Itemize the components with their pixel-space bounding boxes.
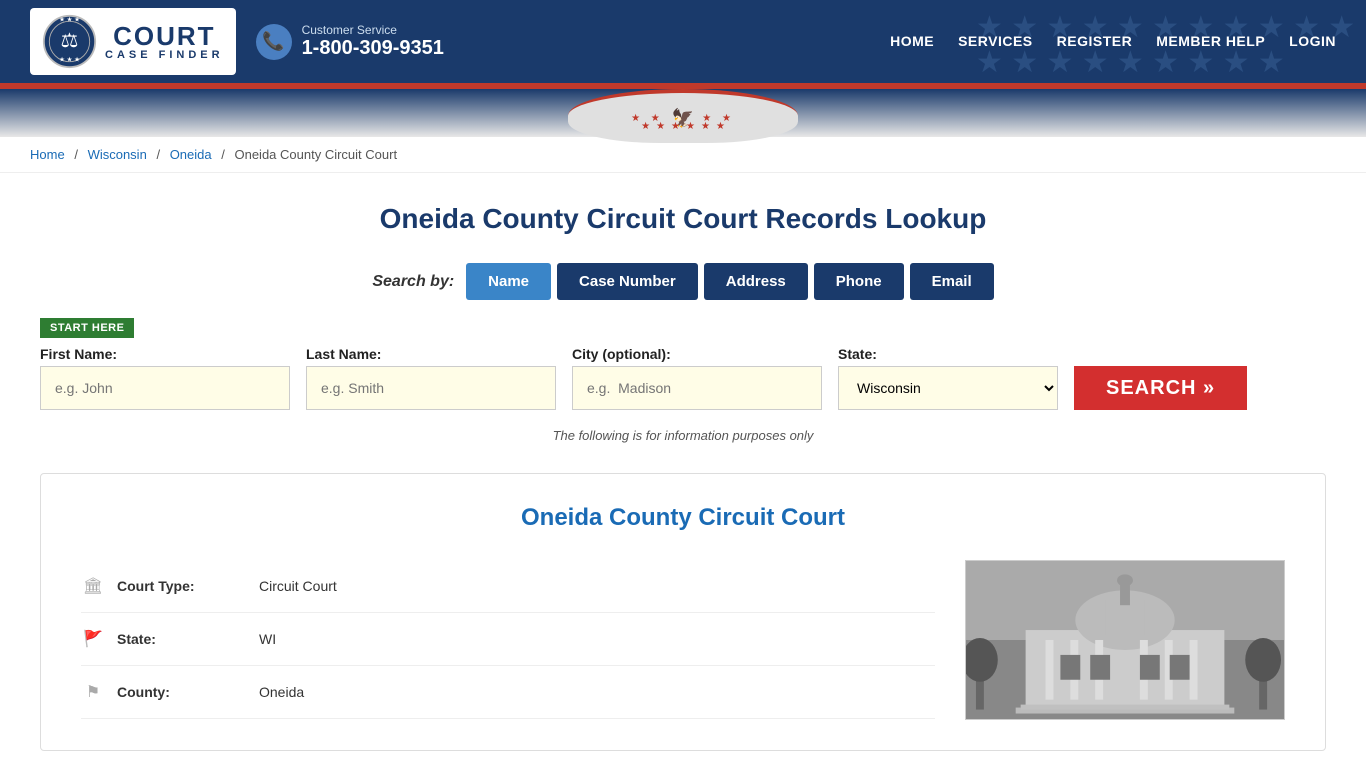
cs-phone: 1-800-309-9351 bbox=[302, 37, 444, 60]
detail-row-state: 🚩 State: WI bbox=[81, 613, 935, 666]
header-left: ★ ★ ★ ★ ★ ★ ⚖ COURT CASE FINDER 📞 Custom… bbox=[30, 8, 444, 75]
page-title: Oneida County Circuit Court Records Look… bbox=[40, 203, 1326, 235]
info-note: The following is for information purpose… bbox=[40, 428, 1326, 443]
detail-row-court-type: 🏛 Court Type: Circuit Court bbox=[81, 560, 935, 613]
bc-sep-2: / bbox=[156, 147, 160, 162]
court-card-title: Oneida County Circuit Court bbox=[81, 504, 1285, 532]
breadcrumb-home[interactable]: Home bbox=[30, 147, 65, 162]
state-icon: 🚩 bbox=[81, 629, 105, 649]
nav-login[interactable]: LOGIN bbox=[1289, 33, 1336, 51]
court-type-value: Circuit Court bbox=[259, 578, 337, 594]
tab-case-number[interactable]: Case Number bbox=[557, 263, 698, 300]
breadcrumb-current: Oneida County Circuit Court bbox=[234, 147, 397, 162]
phone-icon: 📞 bbox=[256, 24, 292, 60]
detail-row-county: ⚑ County: Oneida bbox=[81, 666, 935, 719]
customer-service: 📞 Customer Service 1-800-309-9351 bbox=[256, 23, 444, 60]
city-label: City (optional): bbox=[572, 346, 822, 362]
nav-services[interactable]: SERVICES bbox=[958, 33, 1033, 51]
court-image bbox=[965, 560, 1285, 720]
form-fields-row: First Name: Last Name: City (optional): … bbox=[40, 346, 1326, 410]
logo-court-label: COURT bbox=[113, 23, 215, 49]
main-content: Oneida County Circuit Court Records Look… bbox=[0, 173, 1366, 781]
county-icon: ⚑ bbox=[81, 682, 105, 702]
logo-text: COURT CASE FINDER bbox=[105, 23, 224, 61]
court-card: Oneida County Circuit Court 🏛 Court Type… bbox=[40, 473, 1326, 751]
state-field: State: AlabamaAlaskaArizonaArkansasCalif… bbox=[838, 346, 1058, 410]
svg-text:★ ★ ★: ★ ★ ★ bbox=[59, 57, 80, 64]
nav-register[interactable]: REGISTER bbox=[1057, 33, 1133, 51]
courthouse-svg bbox=[966, 560, 1284, 720]
state-detail-label: State: bbox=[117, 631, 247, 647]
search-section: Search by: Name Case Number Address Phon… bbox=[40, 263, 1326, 443]
eagle-banner: ★ ★ 🦅 ★ ★ ★★★★★★ bbox=[0, 89, 1366, 137]
cs-label: Customer Service bbox=[302, 23, 444, 37]
logo-emblem-icon: ★ ★ ★ ★ ★ ★ ⚖ bbox=[42, 14, 97, 69]
bc-sep-3: / bbox=[221, 147, 225, 162]
city-input[interactable] bbox=[572, 366, 822, 410]
county-value: Oneida bbox=[259, 684, 304, 700]
court-card-body: 🏛 Court Type: Circuit Court 🚩 State: WI … bbox=[81, 560, 1285, 720]
nav-member-help[interactable]: MEMBER HELP bbox=[1156, 33, 1265, 51]
nav-home[interactable]: HOME bbox=[890, 33, 934, 51]
state-label: State: bbox=[838, 346, 1058, 362]
breadcrumb-county[interactable]: Oneida bbox=[170, 147, 212, 162]
search-button[interactable]: SEARCH » bbox=[1074, 366, 1247, 410]
bottom-stars: ★★★★★★ bbox=[641, 121, 725, 132]
court-type-icon: 🏛 bbox=[81, 576, 105, 596]
state-detail-value: WI bbox=[259, 631, 276, 647]
tab-address[interactable]: Address bbox=[704, 263, 808, 300]
search-by-label: Search by: bbox=[372, 273, 454, 291]
bc-sep-1: / bbox=[74, 147, 78, 162]
logo-sub-label: CASE FINDER bbox=[105, 49, 224, 61]
last-name-label: Last Name: bbox=[306, 346, 556, 362]
cs-info: Customer Service 1-800-309-9351 bbox=[302, 23, 444, 60]
first-name-label: First Name: bbox=[40, 346, 290, 362]
start-here-badge: START HERE bbox=[40, 318, 134, 338]
tab-phone[interactable]: Phone bbox=[814, 263, 904, 300]
last-name-field: Last Name: bbox=[306, 346, 556, 410]
tab-name[interactable]: Name bbox=[466, 263, 551, 300]
first-name-input[interactable] bbox=[40, 366, 290, 410]
svg-text:★ ★ ★: ★ ★ ★ bbox=[59, 16, 80, 23]
search-form: START HERE First Name: Last Name: City (… bbox=[40, 318, 1326, 410]
state-select[interactable]: AlabamaAlaskaArizonaArkansasCaliforniaCo… bbox=[838, 366, 1058, 410]
main-nav: HOME SERVICES REGISTER MEMBER HELP LOGIN bbox=[890, 33, 1336, 51]
court-details: 🏛 Court Type: Circuit Court 🚩 State: WI … bbox=[81, 560, 935, 720]
site-logo[interactable]: ★ ★ ★ ★ ★ ★ ⚖ COURT CASE FINDER bbox=[30, 8, 236, 75]
court-type-label: Court Type: bbox=[117, 578, 247, 594]
city-field: City (optional): bbox=[572, 346, 822, 410]
tab-email[interactable]: Email bbox=[910, 263, 994, 300]
breadcrumb-state[interactable]: Wisconsin bbox=[88, 147, 147, 162]
first-name-field: First Name: bbox=[40, 346, 290, 410]
site-header: ★ ★ ★ ★ ★ ★ ★ ★ ★ ★ ★ ★ ★ ★ ★ ★ ★ ★ ★ ★ … bbox=[0, 0, 1366, 83]
county-label: County: bbox=[117, 684, 247, 700]
last-name-input[interactable] bbox=[306, 366, 556, 410]
svg-text:⚖: ⚖ bbox=[60, 30, 78, 52]
eagle-arc: ★ ★ 🦅 ★ ★ bbox=[568, 89, 798, 143]
search-by-row: Search by: Name Case Number Address Phon… bbox=[40, 263, 1326, 300]
